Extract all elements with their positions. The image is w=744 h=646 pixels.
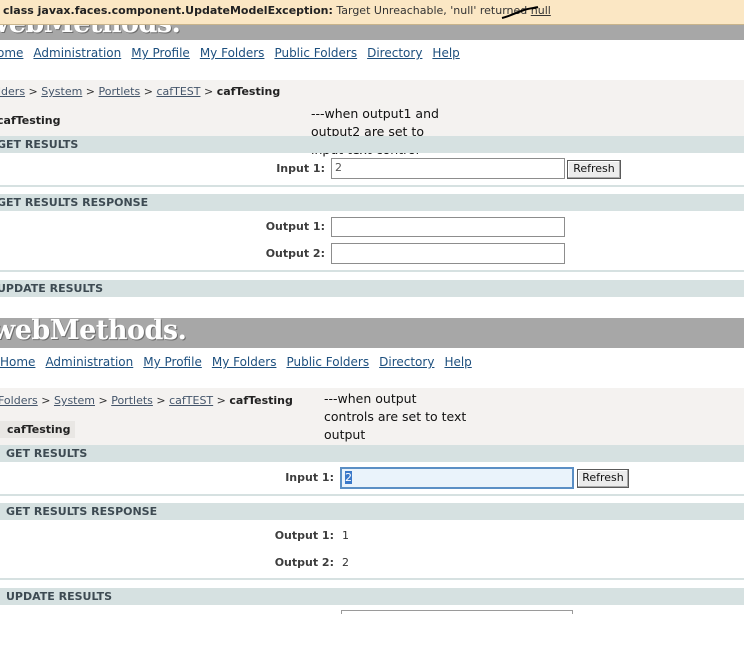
top-output2-label: Output 2: bbox=[265, 247, 325, 260]
bottom-section-response: GET RESULTS RESPONSE bbox=[0, 503, 744, 520]
bottom-output2-label: Output 2: bbox=[274, 556, 334, 569]
bottom-input1-value: 2 bbox=[345, 471, 352, 484]
bottom-nav-home[interactable]: Home bbox=[0, 355, 35, 369]
top-section-response-title: GET RESULTS RESPONSE bbox=[0, 196, 149, 209]
top-crumb-folders[interactable]: lders bbox=[0, 85, 25, 98]
top-crumb-current: cafTesting bbox=[216, 85, 281, 98]
bottom-input1-field[interactable]: 2 bbox=[340, 467, 574, 489]
top-nav-my-folders[interactable]: My Folders bbox=[200, 46, 265, 60]
top-section-get-results-title: GET RESULTS bbox=[0, 138, 79, 151]
top-input1-field[interactable]: 2 bbox=[331, 158, 565, 179]
top-crumb-system[interactable]: System bbox=[41, 85, 82, 98]
bottom-section-get-results: GET RESULTS bbox=[0, 445, 744, 462]
bottom-crumb-folders[interactable]: Folders bbox=[0, 394, 38, 407]
bottom-logo-bar: webMethods. bbox=[0, 318, 744, 348]
top-input1-label: Input 1: bbox=[276, 162, 325, 175]
bottom-breadcrumb: Folders > System > Portlets > cafTEST > … bbox=[0, 394, 293, 407]
scribble-mark-icon bbox=[501, 6, 539, 19]
top-divider bbox=[0, 185, 744, 187]
bottom-divider-2 bbox=[0, 578, 744, 580]
bottom-output2-value: 2 bbox=[342, 556, 349, 569]
top-portlet-title: cafTesting bbox=[0, 114, 61, 127]
bottom-output1-label: Output 1: bbox=[274, 529, 334, 542]
bottom-annotation: ---when output controls are set to text … bbox=[324, 391, 467, 442]
top-output2-field[interactable] bbox=[331, 243, 565, 264]
bottom-crumb-system[interactable]: System bbox=[54, 394, 95, 407]
bottom-nav-public-folders[interactable]: Public Folders bbox=[286, 355, 369, 369]
top-nav-bar: ome Administration My Profile My Folders Pub… bbox=[0, 46, 470, 60]
top-section-response: GET RESULTS RESPONSE bbox=[0, 194, 744, 211]
error-class: class javax.faces.component.UpdateModelE… bbox=[3, 4, 333, 17]
bottom-nav-bar: Home Administration My Profile My Folders Pu… bbox=[0, 355, 482, 369]
top-logo-bar: webMethods. bbox=[0, 25, 744, 40]
top-output1-field[interactable] bbox=[331, 217, 565, 237]
bottom-portlet-title: cafTesting bbox=[7, 423, 71, 436]
bottom-nav-directory[interactable]: Directory bbox=[379, 355, 434, 369]
top-section-update: UPDATE RESULTS bbox=[0, 280, 744, 297]
error-text: class javax.faces.component.UpdateModelE… bbox=[3, 4, 551, 17]
bottom-nav-administration[interactable]: Administration bbox=[45, 355, 133, 369]
bottom-nav-help[interactable]: Help bbox=[444, 355, 471, 369]
error-message: Target Unreachable, 'null' returned bbox=[336, 4, 528, 17]
top-input1-value: 2 bbox=[335, 161, 342, 174]
bottom-nav-my-profile[interactable]: My Profile bbox=[143, 355, 202, 369]
bottom-crumb-current: cafTesting bbox=[229, 394, 293, 407]
top-breadcrumb: lders > System > Portlets > cafTEST > ca… bbox=[0, 85, 281, 98]
error-banner: class javax.faces.component.UpdateModelE… bbox=[0, 0, 744, 25]
top-nav-help[interactable]: Help bbox=[432, 46, 459, 60]
bottom-section-response-title: GET RESULTS RESPONSE bbox=[6, 505, 158, 518]
bottom-webmethods-logo: webMethods. bbox=[0, 318, 187, 346]
top-section-update-title: UPDATE RESULTS bbox=[0, 282, 104, 295]
top-nav-my-profile[interactable]: My Profile bbox=[131, 46, 190, 60]
top-webmethods-logo: webMethods. bbox=[0, 25, 181, 39]
top-refresh-button[interactable]: Refresh bbox=[567, 160, 621, 179]
bottom-crumb-caftest[interactable]: cafTEST bbox=[169, 394, 213, 407]
top-divider-2 bbox=[0, 270, 744, 272]
bottom-input1-label: Input 1: bbox=[285, 471, 334, 484]
top-crumb-portlets[interactable]: Portlets bbox=[99, 85, 141, 98]
bottom-divider bbox=[0, 494, 744, 496]
bottom-section-update-title: UPDATE RESULTS bbox=[6, 590, 113, 603]
top-nav-administration[interactable]: Administration bbox=[33, 46, 121, 60]
bottom-crumb-portlets[interactable]: Portlets bbox=[111, 394, 153, 407]
bottom-section-update: UPDATE RESULTS bbox=[0, 588, 744, 605]
bottom-section-get-results-title: GET RESULTS bbox=[6, 447, 88, 460]
bottom-output1-value: 1 bbox=[342, 529, 349, 542]
top-output1-label: Output 1: bbox=[265, 220, 325, 233]
top-section-get-results: GET RESULTS bbox=[0, 136, 744, 153]
top-crumb-caftest[interactable]: cafTEST bbox=[156, 85, 200, 98]
bottom-refresh-button[interactable]: Refresh bbox=[577, 469, 629, 488]
top-nav-directory[interactable]: Directory bbox=[367, 46, 422, 60]
top-nav-public-folders[interactable]: Public Folders bbox=[274, 46, 357, 60]
bottom-update-input-field-partial[interactable] bbox=[341, 610, 573, 614]
top-nav-home[interactable]: ome bbox=[0, 46, 23, 60]
bottom-nav-my-folders[interactable]: My Folders bbox=[212, 355, 277, 369]
